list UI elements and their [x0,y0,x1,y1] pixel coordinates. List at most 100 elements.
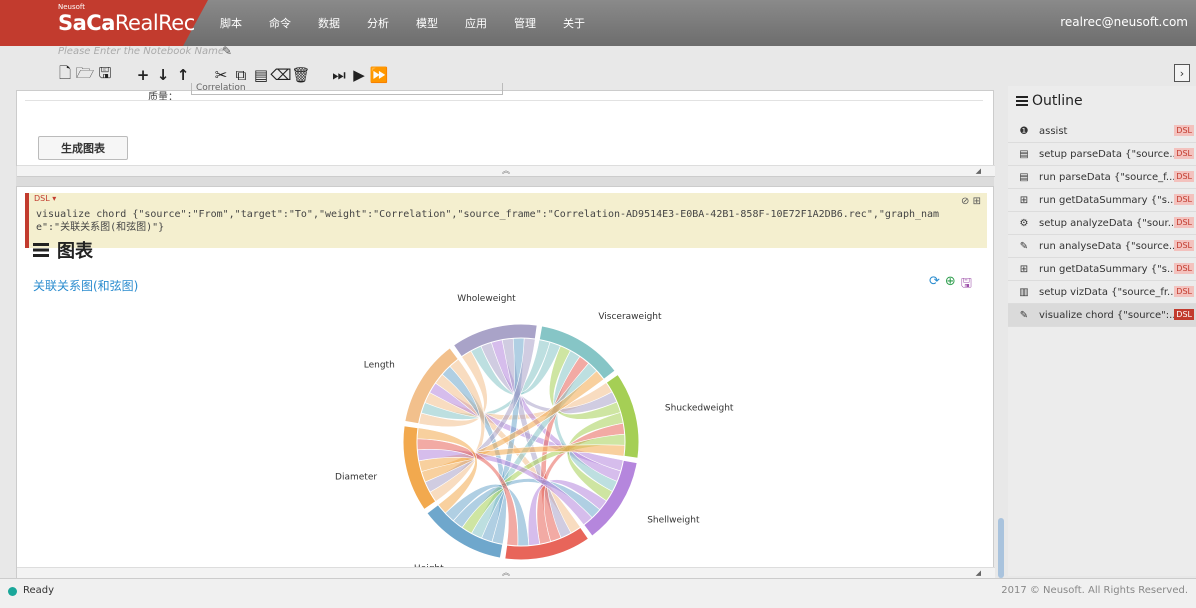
collapse-icon[interactable]: ︽ [502,568,510,577]
user-account[interactable]: realrec@neusoft.com [1060,15,1188,29]
hide-icon[interactable]: ⊘ [961,196,969,207]
notebook-cell-form: 质量： Correlation 生成图表 ︽ ◢ [16,83,995,177]
dsl-badge: DSL [1174,171,1194,182]
logo-superscript: Neusoft [58,3,85,11]
menu-item-model[interactable]: 模型 [416,15,438,31]
quality-field[interactable]: Correlation [191,83,503,95]
menu-item-about[interactable]: 关于 [563,15,585,31]
chord-group-label: Shellweight [647,515,700,525]
notebook-area: 质量： Correlation 生成图表 ︽ ◢ DSL ▾ visualize… [16,83,995,579]
generate-chart-button[interactable]: 生成图表 [38,136,128,160]
chord-diagram: Length Wholeweight Visceraweight Shuckedwei… [335,294,734,567]
run-step-icon[interactable]: ⏭ [329,65,349,85]
notebook-name-input[interactable]: Please Enter the Notebook Name [58,46,224,57]
outline-item[interactable]: ⊞ run getDataSummary {"s... DSL [1008,258,1196,281]
outline-item-icon: ▤ [1019,148,1029,160]
dsl-type-dropdown[interactable]: DSL ▾ [34,194,56,203]
dsl-badge: DSL [1174,125,1194,136]
run-icon[interactable]: ▶ [349,65,369,85]
outline-item-label: run analyseData {"source... [1039,240,1179,252]
open-folder-icon[interactable]: 🗁 [75,64,95,85]
move-down-icon[interactable]: ↓ [153,65,173,85]
dsl-badge: DSL [1174,217,1194,228]
outline-item[interactable]: ✎ run analyseData {"source... DSL [1008,235,1196,258]
outline-item-icon: ✎ [1019,240,1029,252]
copyright-text: 2017 © Neusoft. All Rights Reserved. [1001,585,1188,596]
expand-panel-button[interactable]: › [1174,64,1190,82]
outline-item-label: setup parseData {"source... [1039,148,1179,160]
app-logo[interactable]: SaCaRealRec [58,11,195,35]
dsl-editor[interactable]: DSL ▾ visualize chord {"source":"From","… [25,193,987,248]
outline-item-label: visualize chord {"source":... [1039,309,1179,321]
chart-section-title: 图表 [33,237,93,263]
menu-item-command[interactable]: 命令 [269,15,291,31]
save-icon[interactable]: 🖫 [95,64,115,85]
chord-group-label: Wholeweight [457,294,516,304]
notebook-cell-chart: DSL ▾ visualize chord {"source":"From","… [16,186,995,579]
eraser-icon[interactable]: ⌫ [270,65,291,85]
dsl-code-text[interactable]: visualize chord {"source":"From","target… [36,208,961,234]
chord-group-label: Length [364,361,395,371]
outline-item-label: run getDataSummary {"s... [1039,194,1177,206]
chord-group-label: Shuckedweight [665,403,734,413]
cell-collapse-bar[interactable]: ︽ ◢ [17,165,995,177]
outline-item-icon: ⊞ [1019,263,1029,275]
dsl-badge: DSL [1174,240,1194,251]
menu-item-application[interactable]: 应用 [465,15,487,31]
outline-item-label: setup vizData {"source_fr... [1039,286,1177,298]
outline-item-icon: ▤ [1019,171,1029,183]
list-icon [1016,96,1028,106]
chord-group-label: Diameter [335,473,377,483]
outline-item-icon: ▥ [1019,286,1029,298]
outline-list: ❶ assist DSL ▤ setup parseData {"source... DS… [1008,120,1196,327]
dsl-badge: DSL [1174,309,1194,320]
menu-item-data[interactable]: 数据 [318,15,340,31]
menu-item-management[interactable]: 管理 [514,15,536,31]
dsl-badge: DSL [1174,194,1194,205]
outline-item[interactable]: ▤ run parseData {"source_f... DSL [1008,166,1196,189]
outline-item-label: assist [1039,125,1068,137]
outline-item-icon: ❶ [1019,125,1029,137]
outline-item[interactable]: ❶ assist DSL [1008,120,1196,143]
outline-item-label: run getDataSummary {"s... [1039,263,1177,275]
cut-icon[interactable]: ✂ [211,65,231,85]
outline-item[interactable]: ✎ visualize chord {"source":... DSL [1008,304,1196,327]
outline-item[interactable]: ▥ setup vizData {"source_fr... DSL [1008,281,1196,304]
run-all-icon[interactable]: ⏩ [369,65,389,85]
dsl-badge: DSL [1174,263,1194,274]
outline-title: Outline [1016,93,1083,109]
outline-panel: Outline ❶ assist DSL ▤ setup parseData {"sou… [1008,86,1196,576]
add-cell-icon[interactable]: + [133,65,153,85]
main-menu: 脚本 命令 数据 分析 模型 应用 管理 关于 [220,0,612,46]
outline-item-label: setup analyzeData {"sour... [1039,217,1178,229]
chord-group-label: Visceraweight [598,312,662,322]
new-file-icon[interactable]: 🗋 [55,64,75,85]
move-up-icon[interactable]: ↑ [173,65,193,85]
pencil-icon[interactable]: ✎ [222,44,236,58]
outline-item-icon: ⊞ [1019,194,1029,206]
outline-item-label: run parseData {"source_f... [1039,171,1176,183]
scrollbar-thumb[interactable] [998,518,1004,578]
resize-handle-icon[interactable]: ◢ [976,568,981,578]
divider [25,100,983,101]
menu-item-script[interactable]: 脚本 [220,15,242,31]
collapse-icon[interactable]: ︽ [502,166,510,175]
status-text: Ready [23,585,55,596]
delete-icon[interactable]: 🗑 [291,65,311,85]
top-navbar: Neusoft SaCaRealRec 脚本 命令 数据 分析 模型 应用 管理… [0,0,1196,46]
status-indicator [8,587,17,596]
outline-item[interactable]: ⊞ run getDataSummary {"s... DSL [1008,189,1196,212]
status-bar: Ready 2017 © Neusoft. All Rights Reserve… [0,578,1196,608]
cell-actions: ⊘ ⊞ [961,196,981,207]
outline-item-icon: ⚙ [1019,217,1029,229]
copy-icon[interactable]: ⧉ [231,65,251,85]
outline-item[interactable]: ▤ setup parseData {"source... DSL [1008,143,1196,166]
resize-handle-icon[interactable]: ◢ [976,166,981,176]
dsl-badge: DSL [1174,148,1194,159]
menu-item-analysis[interactable]: 分析 [367,15,389,31]
outline-item[interactable]: ⚙ setup analyzeData {"sour... DSL [1008,212,1196,235]
paste-icon[interactable]: ▤ [251,65,271,85]
dsl-badge: DSL [1174,286,1194,297]
expand-icon[interactable]: ⊞ [973,196,981,207]
outline-item-icon: ✎ [1019,309,1029,321]
